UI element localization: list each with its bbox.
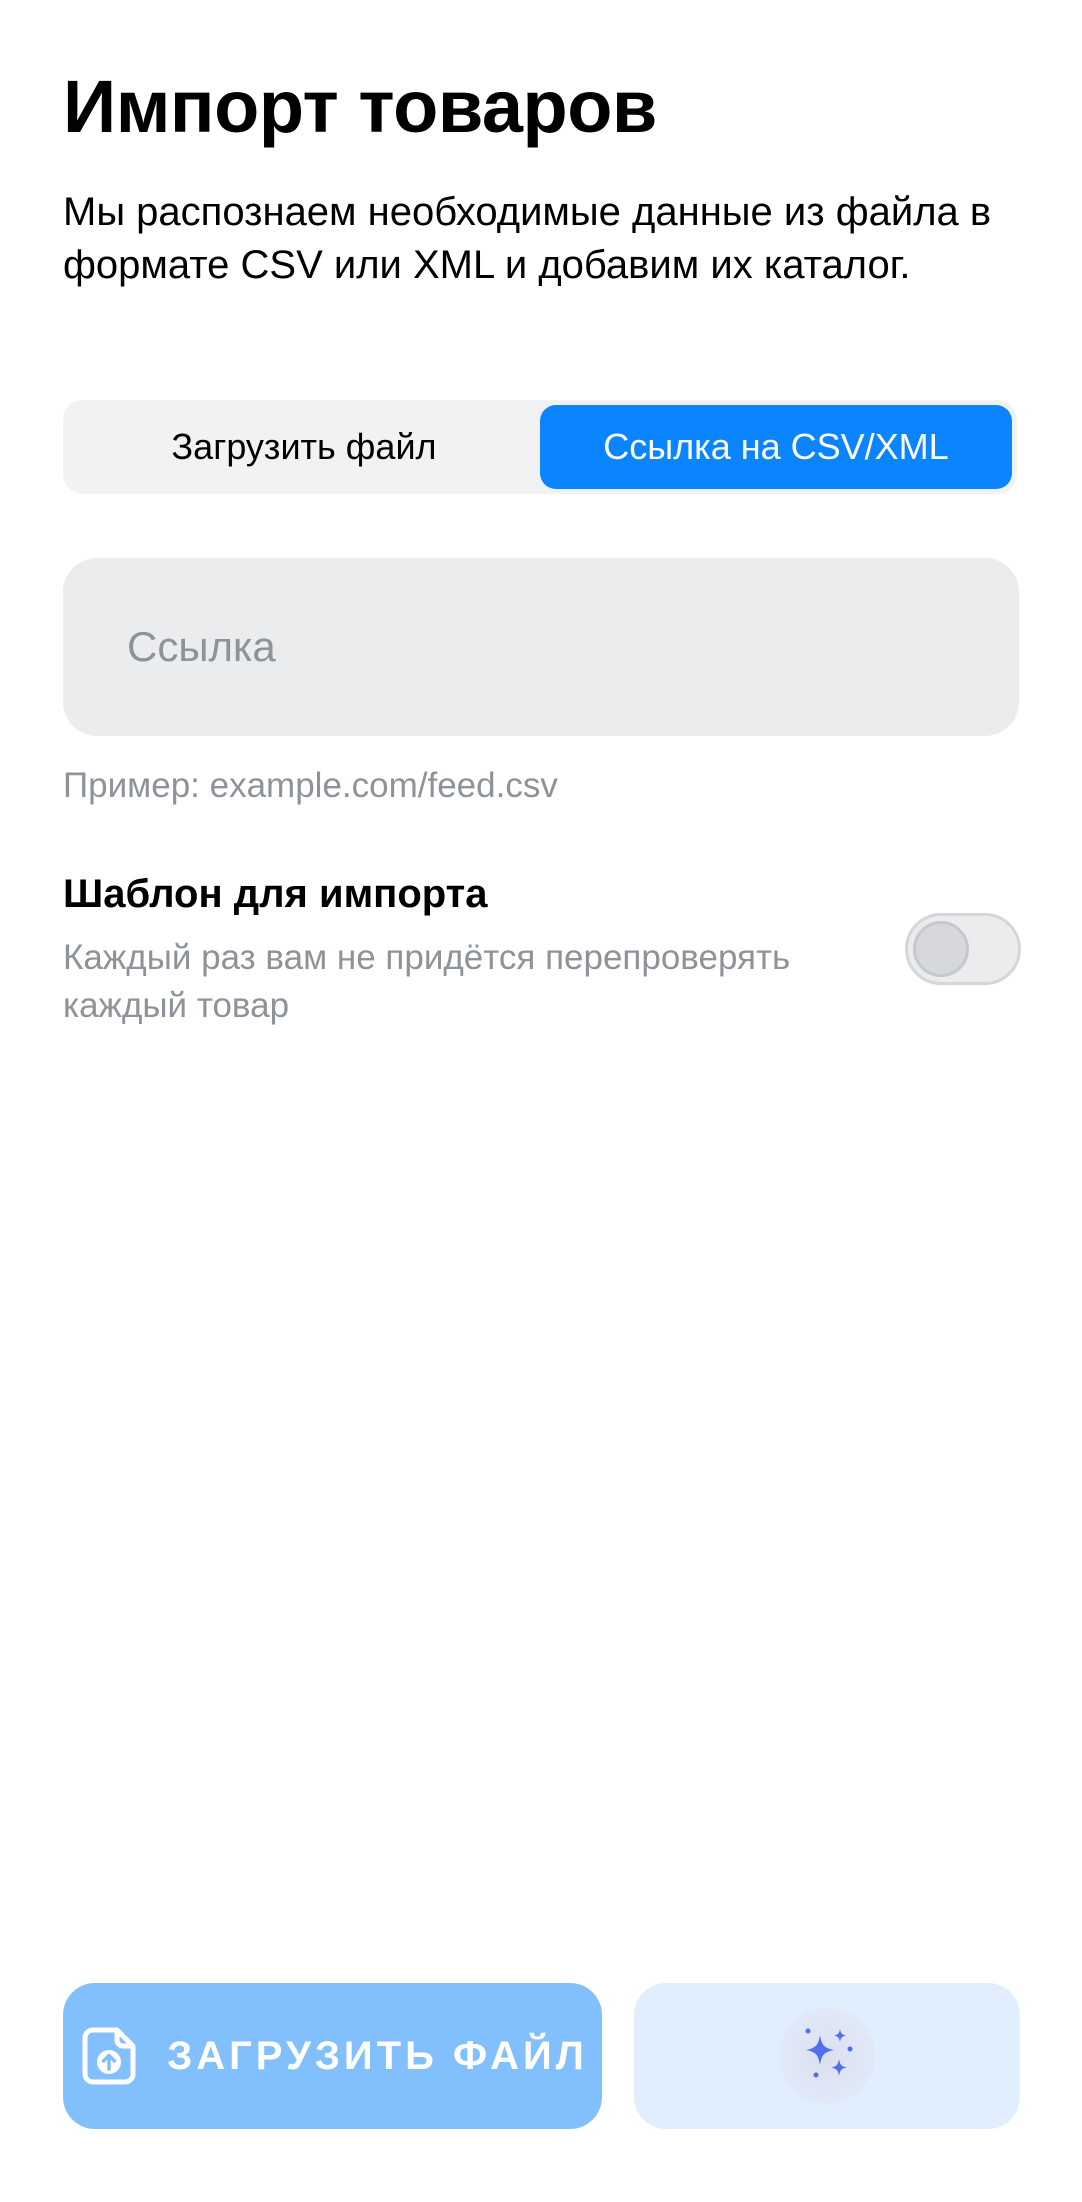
import-products-screen: Импорт товаров Мы распознаем необходимые… [0, 0, 1082, 2202]
page-description: Мы распознаем необходимые данные из файл… [63, 190, 992, 287]
file-upload-icon [82, 2027, 136, 2085]
sparkle-badge [779, 2008, 875, 2104]
template-title: Шаблон для импорта [63, 872, 488, 916]
link-hint: Пример: example.com/feed.csv [63, 766, 558, 805]
upload-file-label: ЗАГРУЗИТЬ ФАЙЛ [167, 2033, 588, 2078]
template-toggle[interactable] [905, 913, 1021, 985]
link-input[interactable] [63, 558, 1019, 736]
tab-csv-xml-link[interactable]: Ссылка на CSV/XML [540, 405, 1012, 489]
template-subtitle: Каждый раз вам не придётся перепроверять… [63, 938, 791, 1025]
tab-upload-file[interactable]: Загрузить файл [68, 405, 540, 489]
ai-assist-button[interactable] [634, 1983, 1020, 2129]
toggle-knob [913, 921, 969, 977]
sparkles-icon [805, 2028, 853, 2078]
source-segmented-control: Загрузить файл Ссылка на CSV/XML [63, 400, 1017, 494]
upload-file-button[interactable]: ЗАГРУЗИТЬ ФАЙЛ [63, 1983, 602, 2129]
page-title: Импорт товаров [63, 65, 657, 148]
